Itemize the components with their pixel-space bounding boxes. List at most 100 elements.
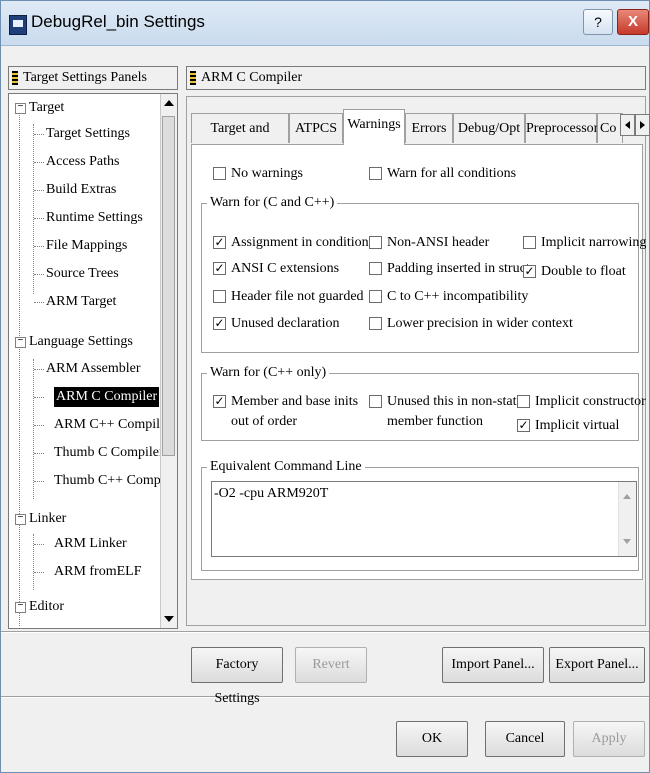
c-to-cpp-incompat-label: C to C++ incompatibility bbox=[387, 289, 529, 304]
settings-dialog: DebugRel_bin Settings ? X Target Setting… bbox=[0, 0, 650, 773]
double-to-float-checkbox[interactable]: ✓ bbox=[523, 265, 536, 278]
double-to-float-label: Double to float bbox=[541, 264, 626, 279]
no-warnings-checkbox[interactable] bbox=[213, 167, 226, 180]
warn-all-conditions-label: Warn for all conditions bbox=[387, 166, 517, 181]
warn-c-cpp-group-title: Warn for (C and C++) bbox=[207, 194, 338, 211]
chevron-right-icon bbox=[640, 121, 645, 129]
unused-this-label: Unused this in non-static bbox=[387, 394, 527, 409]
settings-tree[interactable]: − Target Target Settings Access Paths Bu… bbox=[8, 93, 178, 629]
command-line-textbox[interactable]: -O2 -cpu ARM920T bbox=[211, 481, 637, 557]
assignment-in-condition-label: Assignment in condition bbox=[231, 235, 369, 250]
app-icon bbox=[9, 15, 27, 35]
unused-declaration-checkbox[interactable]: ✓ bbox=[213, 317, 226, 330]
tree-item-file-mappings[interactable]: File Mappings bbox=[46, 236, 127, 256]
unused-this-label-2: member function bbox=[387, 414, 484, 429]
export-panel-button[interactable]: Export Panel... bbox=[549, 647, 645, 683]
tree-item-thumb-c-compiler[interactable]: Thumb C Compiler bbox=[54, 443, 164, 463]
window-title: DebugRel_bin Settings bbox=[31, 12, 205, 31]
member-base-inits-label-2: out of order bbox=[231, 414, 298, 429]
tree-item-thumb-cpp-compiler[interactable]: Thumb C++ Compi... bbox=[54, 471, 175, 491]
command-line-group-title: Equivalent Command Line bbox=[207, 458, 365, 475]
tree-item-arm-fromelf[interactable]: ARM fromELF bbox=[54, 562, 142, 582]
right-panel-header: ARM C Compiler bbox=[186, 66, 646, 90]
tree-item-language-settings[interactable]: Language Settings bbox=[29, 332, 133, 352]
ansi-c-extensions-checkbox[interactable]: ✓ bbox=[213, 262, 226, 275]
implicit-narrowing-label: Implicit narrowing bbox=[541, 235, 647, 250]
apply-button[interactable]: Apply bbox=[573, 721, 645, 757]
ok-button[interactable]: OK bbox=[396, 721, 468, 757]
tab-scroll-left[interactable] bbox=[620, 114, 635, 136]
right-panel-header-label: ARM C Compiler bbox=[201, 70, 303, 85]
panel-header-icon bbox=[12, 71, 18, 85]
warn-cpp-group-title: Warn for (C++ only) bbox=[207, 364, 330, 381]
implicit-virtual-label: Implicit virtual bbox=[535, 418, 620, 433]
scroll-up-icon[interactable] bbox=[623, 494, 631, 499]
implicit-constructor-checkbox[interactable] bbox=[517, 395, 530, 408]
collapse-icon[interactable]: − bbox=[15, 514, 26, 525]
separator bbox=[1, 631, 649, 633]
implicit-virtual-checkbox[interactable]: ✓ bbox=[517, 419, 530, 432]
non-ansi-header-checkbox[interactable] bbox=[369, 236, 382, 249]
tree-item-arm-assembler[interactable]: ARM Assembler bbox=[46, 359, 141, 379]
title-bar: DebugRel_bin Settings ? X bbox=[1, 1, 649, 46]
implicit-constructor-label: Implicit constructor bbox=[535, 394, 646, 409]
tab-warnings[interactable]: Warnings bbox=[343, 109, 405, 145]
tree-item-target[interactable]: Target bbox=[29, 98, 64, 118]
tab-errors[interactable]: Errors bbox=[405, 113, 453, 143]
tree-item-build-extras[interactable]: Build Extras bbox=[46, 180, 116, 200]
command-line-scrollbar[interactable] bbox=[618, 482, 636, 556]
cancel-button[interactable]: Cancel bbox=[485, 721, 565, 757]
tree-scrollbar[interactable] bbox=[160, 94, 177, 628]
implicit-narrowing-checkbox[interactable] bbox=[523, 236, 536, 249]
header-not-guarded-checkbox[interactable] bbox=[213, 290, 226, 303]
tree-item-target-settings[interactable]: Target Settings bbox=[46, 124, 130, 144]
command-line-text: -O2 -cpu ARM920T bbox=[214, 486, 329, 501]
tab-atpcs[interactable]: ATPCS bbox=[289, 113, 343, 143]
import-panel-button[interactable]: Import Panel... bbox=[442, 647, 544, 683]
assignment-in-condition-checkbox[interactable]: ✓ bbox=[213, 236, 226, 249]
tab-debug-opt[interactable]: Debug/Opt bbox=[453, 113, 525, 143]
tree-item-arm-linker[interactable]: ARM Linker bbox=[54, 534, 127, 554]
padding-in-struct-checkbox[interactable] bbox=[369, 262, 382, 275]
c-to-cpp-incompat-checkbox[interactable] bbox=[369, 290, 382, 303]
unused-declaration-label: Unused declaration bbox=[231, 316, 340, 331]
close-button[interactable]: X bbox=[617, 9, 649, 35]
no-warnings-label: No warnings bbox=[231, 166, 303, 181]
ansi-c-extensions-label: ANSI C extensions bbox=[231, 261, 340, 276]
factory-settings-button[interactable]: Factory Settings bbox=[191, 647, 283, 706]
scroll-down-icon[interactable] bbox=[164, 616, 174, 622]
panel-header-icon bbox=[190, 71, 196, 85]
member-base-inits-label: Member and base inits bbox=[231, 394, 359, 409]
scroll-thumb[interactable] bbox=[162, 116, 175, 456]
chevron-left-icon bbox=[625, 121, 630, 129]
warn-all-conditions-checkbox[interactable] bbox=[369, 167, 382, 180]
collapse-icon[interactable]: − bbox=[15, 337, 26, 348]
collapse-icon[interactable]: − bbox=[15, 103, 26, 114]
left-panel-header-label: Target Settings Panels bbox=[23, 70, 147, 85]
separator bbox=[1, 696, 649, 698]
tree-item-access-paths[interactable]: Access Paths bbox=[46, 152, 120, 172]
tab-preprocessor[interactable]: Preprocessor bbox=[525, 113, 598, 143]
tree-item-runtime-settings[interactable]: Runtime Settings bbox=[46, 208, 143, 228]
tab-scroll-right[interactable] bbox=[635, 114, 650, 136]
tree-item-arm-target[interactable]: ARM Target bbox=[46, 292, 116, 312]
member-base-inits-checkbox[interactable]: ✓ bbox=[213, 395, 226, 408]
scroll-down-icon[interactable] bbox=[623, 539, 631, 544]
lower-precision-label: Lower precision in wider context bbox=[387, 316, 573, 331]
left-panel-header: Target Settings Panels bbox=[8, 66, 178, 90]
header-not-guarded-label: Header file not guarded bbox=[231, 289, 364, 304]
tree-item-linker[interactable]: Linker bbox=[29, 509, 66, 529]
lower-precision-checkbox[interactable] bbox=[369, 317, 382, 330]
scroll-up-icon[interactable] bbox=[164, 100, 174, 106]
non-ansi-header-label: Non-ANSI header bbox=[387, 235, 490, 250]
tree-item-arm-cpp-compiler[interactable]: ARM C++ Compiler bbox=[54, 415, 171, 435]
revert-button[interactable]: Revert bbox=[295, 647, 367, 683]
padding-in-struct-label: Padding inserted in struct bbox=[387, 261, 530, 276]
collapse-icon[interactable]: − bbox=[15, 602, 26, 613]
tree-item-arm-c-compiler[interactable]: ARM C Compiler bbox=[54, 387, 160, 407]
unused-this-checkbox[interactable] bbox=[369, 395, 382, 408]
tab-target-and-source[interactable]: Target and Source bbox=[191, 113, 289, 166]
help-button[interactable]: ? bbox=[583, 9, 613, 35]
tree-item-source-trees[interactable]: Source Trees bbox=[46, 264, 119, 284]
tree-item-editor[interactable]: Editor bbox=[29, 597, 64, 617]
